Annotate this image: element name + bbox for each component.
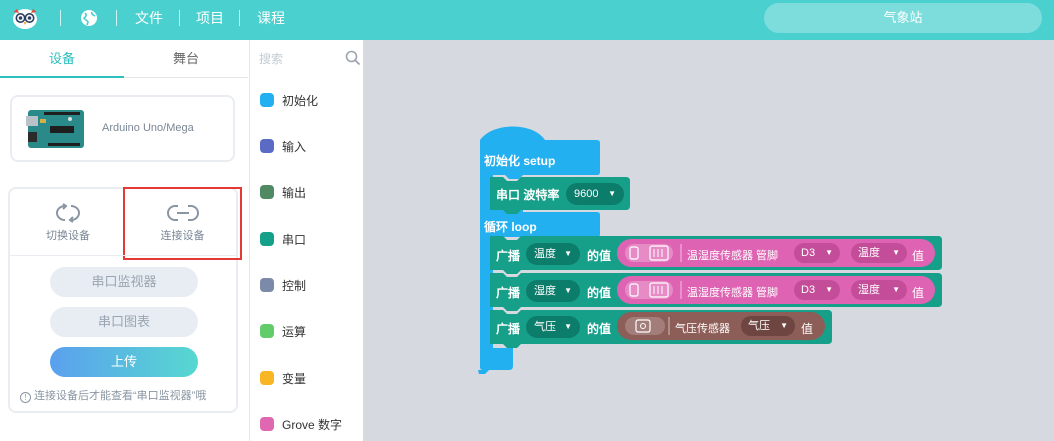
arduino-board-icon [26, 110, 84, 148]
owl-logo-icon[interactable] [12, 6, 38, 30]
value-suffix: 值 [912, 249, 925, 263]
pin-dropdown[interactable]: D3 ▼ [794, 280, 840, 300]
search-icon[interactable] [345, 50, 361, 66]
sensor-field-dropdown[interactable]: 湿度 ▼ [851, 280, 907, 300]
device-card[interactable]: Arduino Uno/Mega [10, 95, 235, 162]
variable-dropdown[interactable]: 湿度 ▼ [526, 280, 580, 302]
switch-device-icon [56, 203, 80, 223]
baud-rate-value: 9600 [574, 188, 599, 200]
broadcast-label: 广播 [496, 322, 521, 336]
field-value: 气压 [748, 320, 770, 332]
pin-value: D3 [801, 247, 816, 259]
search-box[interactable]: 搜索 [257, 48, 361, 70]
category-label: 串口 [282, 233, 307, 247]
field-value: 湿度 [858, 284, 880, 296]
category-color-icon [260, 371, 274, 385]
category-color-icon [260, 139, 274, 153]
variable-value: 温度 [534, 248, 556, 260]
caret-down-icon: ▼ [780, 321, 788, 330]
sensor-field-dropdown[interactable]: 温度 ▼ [851, 243, 907, 263]
variable-dropdown[interactable]: 气压 ▼ [526, 316, 580, 338]
divider [179, 10, 180, 26]
block-category-palette: 搜索 初始化 输入 输出 串口 控制 运算 变量 Grove 数字 [251, 40, 363, 441]
device-name: Arduino Uno/Mega [102, 122, 194, 134]
connection-card: 切换设备 连接设备 串口监视器 串口图表 上传 ! 连接设备后才能查看“串口监视器… [8, 187, 242, 413]
pin-dropdown[interactable]: D3 ▼ [794, 243, 840, 263]
category-label: 控制 [282, 279, 307, 293]
menu-project[interactable]: 项目 [196, 9, 224, 27]
category-label: 输入 [282, 140, 307, 154]
caret-down-icon: ▼ [825, 248, 833, 257]
caret-down-icon: ▼ [892, 248, 900, 257]
value-of-label: 的值 [587, 322, 612, 336]
caret-down-icon: ▼ [608, 189, 616, 198]
variable-value: 湿度 [534, 285, 556, 297]
value-suffix: 值 [912, 286, 925, 300]
caret-down-icon: ▼ [564, 322, 572, 331]
project-name-field[interactable]: 气象站 [764, 3, 1042, 33]
setup-label: 初始化 setup [484, 154, 556, 168]
broadcast-label: 广播 [496, 286, 521, 300]
divider [60, 10, 61, 26]
field-value: 温度 [858, 247, 880, 259]
category-color-icon [260, 324, 274, 338]
divider [10, 255, 236, 256]
info-icon: ! [20, 392, 31, 403]
category-color-icon [260, 185, 274, 199]
switch-device-button[interactable]: 切换设备 [18, 203, 118, 253]
search-input[interactable]: 搜索 [259, 50, 283, 67]
category-color-icon [260, 232, 274, 246]
value-of-label: 的值 [587, 286, 612, 300]
serial-monitor-button[interactable]: 串口监视器 [50, 267, 198, 297]
value-of-label: 的值 [587, 249, 612, 263]
serial-plot-button[interactable]: 串口图表 [50, 307, 198, 337]
caret-down-icon: ▼ [892, 285, 900, 294]
serial-baud-label: 串口 波特率 [496, 188, 560, 202]
variable-value: 气压 [534, 321, 556, 333]
divider [239, 10, 240, 26]
hint-text: 连接设备后才能查看“串口监视器”哦 [34, 390, 207, 402]
top-bar: 文件 项目 课程 气象站 [0, 0, 1054, 40]
caret-down-icon: ▼ [564, 249, 572, 258]
sensor-label: 温湿度传感器 管脚 [687, 287, 779, 299]
sensor-label: 气压传感器 [675, 323, 730, 335]
caret-down-icon: ▼ [825, 285, 833, 294]
value-suffix: 值 [801, 322, 814, 336]
link-icon [166, 205, 199, 221]
switch-device-label: 切换设备 [46, 230, 90, 242]
category-color-icon [260, 93, 274, 107]
connection-hint: ! 连接设备后才能查看“串口监视器”哦 [20, 387, 206, 403]
device-panel: 设备 舞台 Arduino Uno/Mega 切换设备 连接设备 串口监视器 串… [0, 40, 250, 441]
category-label: 输出 [282, 186, 307, 200]
block-workspace[interactable]: 初始化 setup 串口 波特率 9600 ▼ 循环 loop 广播 温度 ▼ 的值… [363, 40, 1054, 441]
upload-button[interactable]: 上传 [50, 347, 198, 377]
loop-label: 循环 loop [484, 220, 537, 234]
category-color-icon [260, 278, 274, 292]
tab-devices[interactable]: 设备 [0, 40, 124, 78]
sensor-field-dropdown[interactable]: 气压 ▼ [741, 316, 795, 336]
category-label: 运算 [282, 325, 307, 339]
broadcast-label: 广播 [496, 249, 521, 263]
category-label: Grove 数字 [282, 418, 343, 432]
pin-value: D3 [801, 284, 816, 296]
category-color-icon [260, 417, 274, 431]
menu-file[interactable]: 文件 [135, 9, 163, 27]
caret-down-icon: ▼ [564, 286, 572, 295]
divider [116, 10, 117, 26]
variable-dropdown[interactable]: 温度 ▼ [526, 243, 580, 265]
connect-device-label: 连接设备 [160, 230, 205, 242]
connect-device-button[interactable]: 连接设备 [123, 187, 242, 260]
globe-language-icon[interactable] [80, 9, 98, 27]
category-label: 变量 [282, 372, 307, 386]
menu-course[interactable]: 课程 [257, 9, 285, 27]
tab-stage[interactable]: 舞台 [124, 40, 248, 78]
sensor-label: 温湿度传感器 管脚 [687, 250, 779, 262]
baud-rate-dropdown[interactable]: 9600 ▼ [566, 183, 624, 205]
category-label: 初始化 [282, 94, 319, 108]
